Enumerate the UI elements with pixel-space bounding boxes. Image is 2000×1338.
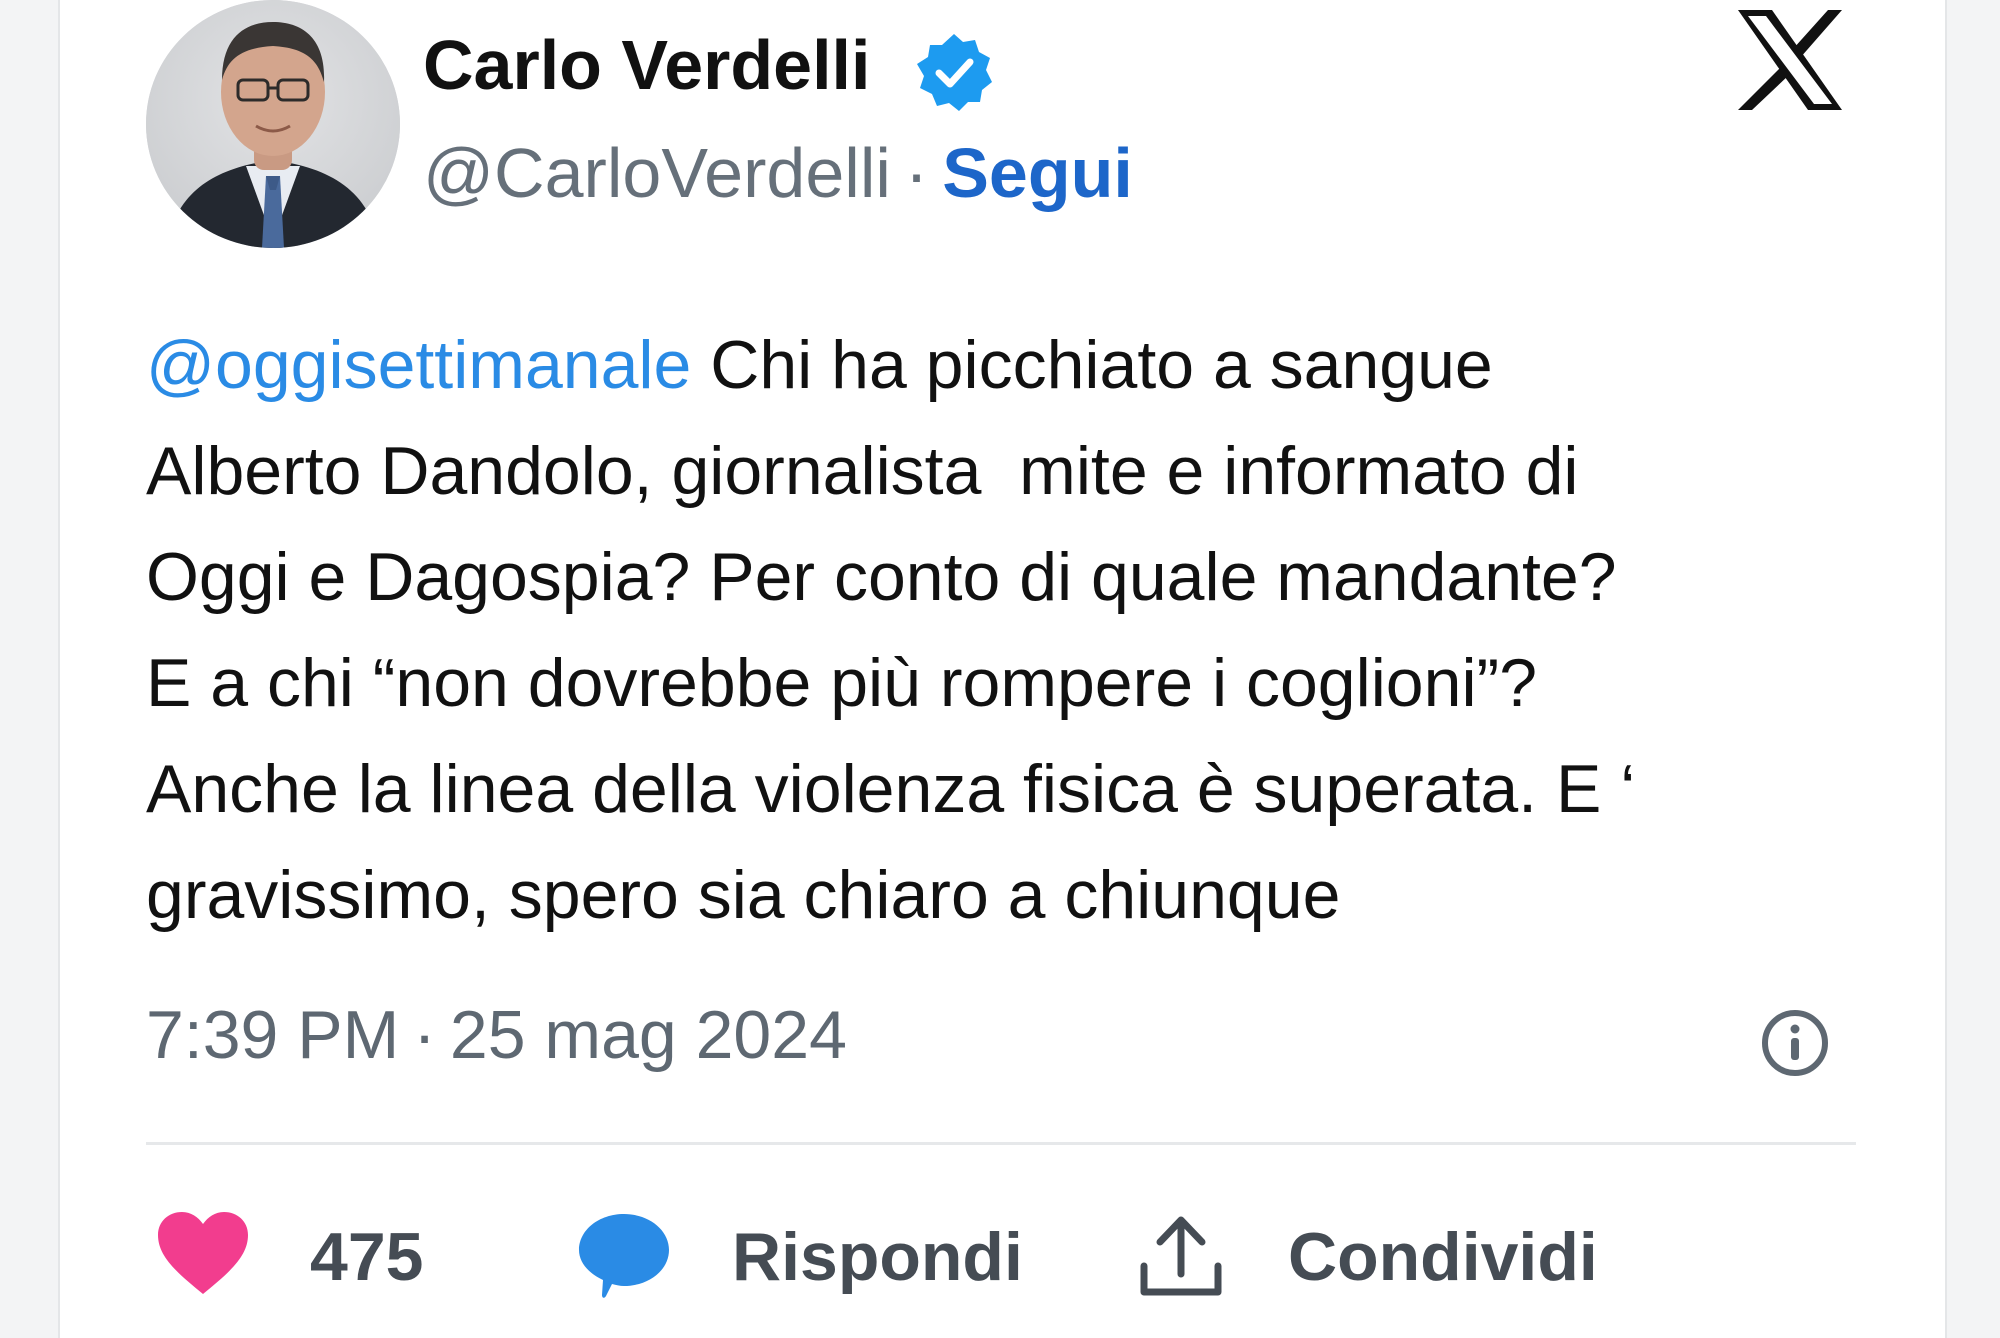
author-avatar[interactable] [146, 0, 400, 248]
share-button[interactable]: Condividi [1288, 1212, 1598, 1302]
profile-photo [146, 0, 400, 248]
comment-bubble-icon[interactable] [576, 1210, 672, 1300]
separator-dot: · [904, 134, 929, 212]
author-handle-row: @CarloVerdelli · Segui [423, 128, 1133, 218]
divider [146, 1142, 1856, 1145]
tweet-date[interactable]: 25 mag 2024 [450, 997, 847, 1073]
heart-icon[interactable] [156, 1210, 250, 1296]
info-icon[interactable] [1760, 1008, 1830, 1078]
author-display-name[interactable]: Carlo Verdelli [423, 20, 870, 110]
reply-button[interactable]: Rispondi [732, 1212, 1023, 1302]
tweet-timestamp[interactable]: 7:39 PM · 25 mag 2024 [146, 990, 847, 1080]
author-handle[interactable]: @CarloVerdelli [423, 134, 891, 212]
tweet-body: Chi ha picchiato a sangue Alberto Dandol… [146, 327, 1636, 933]
verified-badge-icon [912, 30, 996, 114]
tweet-time[interactable]: 7:39 PM [146, 997, 399, 1073]
action-bar: 475 Rispondi Condividi [146, 1202, 1856, 1312]
x-logo-icon[interactable] [1732, 8, 1848, 112]
tweet-text: @oggisettimanale Chi ha picchiato a sang… [146, 312, 1826, 948]
separator-dot: · [413, 997, 436, 1073]
like-count[interactable]: 475 [310, 1212, 423, 1302]
share-upload-icon[interactable] [1138, 1214, 1224, 1298]
follow-button[interactable]: Segui [942, 134, 1133, 212]
mention-link[interactable]: @oggisettimanale [146, 327, 691, 403]
